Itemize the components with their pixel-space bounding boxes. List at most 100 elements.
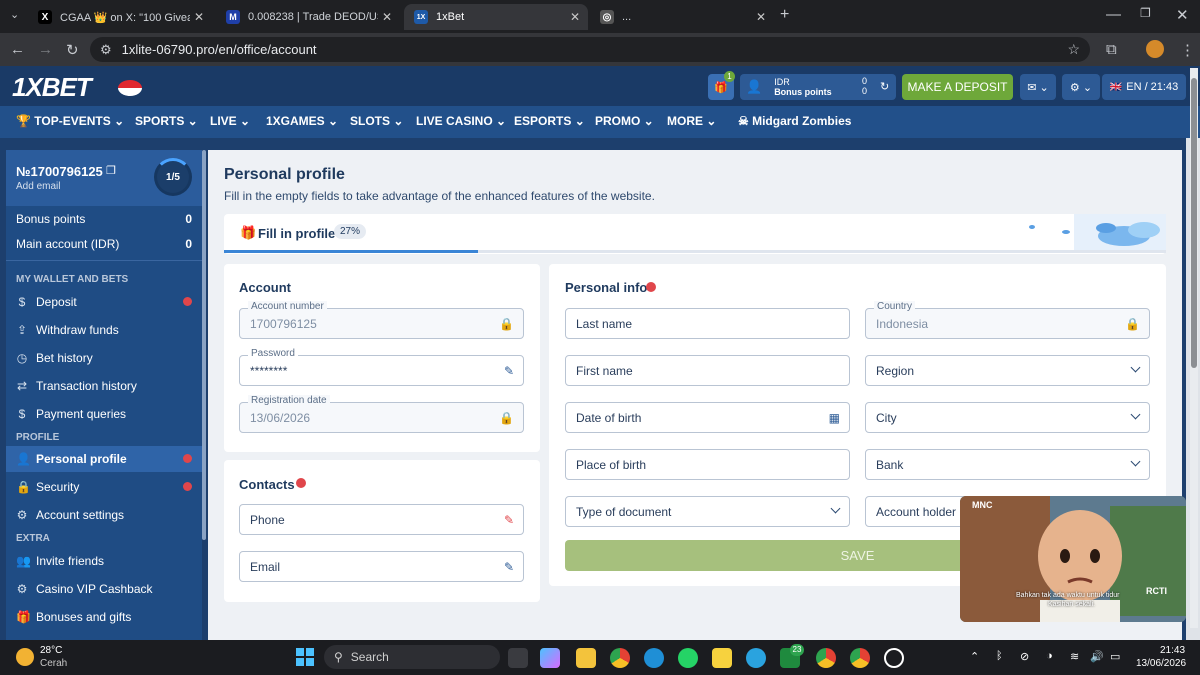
clock-date[interactable]: 13/06/2026 [1136,658,1186,669]
nav-sports[interactable]: SPORTS ⌄ [135,114,198,128]
close-icon[interactable]: ✕ [382,10,392,24]
page-scrollbar-track[interactable] [1190,68,1198,628]
language-selector[interactable]: 🇬🇧 EN / 21:43 [1102,74,1186,100]
telegram-icon[interactable] [746,648,766,668]
extensions-icon[interactable]: ⧉ [1106,41,1117,58]
nav-live[interactable]: LIVE ⌄ [210,114,250,128]
sticky-notes-icon[interactable] [712,648,732,668]
edit-pencil-icon[interactable]: ✎ [504,513,514,527]
password-value: ******** [250,363,288,378]
bluetooth-icon[interactable]: ᛒ [996,650,1003,662]
chrome-icon[interactable] [850,648,870,668]
url-field[interactable]: ⚙ 1xlite-06790.pro/en/office/account ☆ [90,37,1090,62]
page-scrollbar-thumb[interactable] [1191,78,1197,368]
sidebar-item-bet-history[interactable]: ◷ Bet history [16,351,93,365]
bank-select[interactable]: Bank [865,449,1150,480]
last-name-field[interactable]: Last name [565,308,850,339]
sidebar-item-transaction-history[interactable]: ⇄ Transaction history [16,379,137,393]
back-arrow-icon[interactable]: ← [10,41,25,58]
date-of-birth-field[interactable]: Date of birth ▦ [565,402,850,433]
site-info-icon[interactable]: ⚙ [100,42,112,58]
calendar-icon[interactable]: ▦ [829,411,840,425]
window-close-icon[interactable]: ✕ [1176,6,1189,24]
video-picture-in-picture[interactable]: MNC RCTI Bahkan tak ada waktu untuk tidu… [960,496,1186,622]
browser-tab[interactable]: X CGAA 👑 on X: "100 Giveaway ✕ [28,4,212,30]
tray-app-icon[interactable]: ◑ [1046,650,1053,662]
minimize-icon[interactable]: — [1106,6,1121,23]
edge-icon[interactable] [644,648,664,668]
place-of-birth-field[interactable]: Place of birth [565,449,850,480]
nav-1xgames[interactable]: 1XGAMES ⌄ [266,114,338,128]
settings-button[interactable]: ⚙ ⌄ [1062,74,1100,100]
nav-esports[interactable]: ESPORTS ⌄ [514,114,585,128]
sidebar-item-invite-friends[interactable]: 👥 Invite friends [16,554,104,568]
nav-midgard-zombies[interactable]: ☠ Midgard Zombies [738,114,851,128]
weather-sun-icon[interactable] [16,648,34,666]
envelope-icon: ✉ ⌄ [1027,81,1049,94]
edit-pencil-icon[interactable]: ✎ [504,364,514,378]
profile-avatar[interactable] [1146,40,1164,58]
document-type-select[interactable]: Type of document [565,496,850,527]
password-field[interactable]: Password ******** ✎ [239,348,524,386]
sidebar-item-deposit[interactable]: $ Deposit [16,295,77,309]
new-tab-plus-icon[interactable]: + [780,6,789,24]
refresh-icon[interactable]: ↻ [880,80,889,93]
sidebar-item-payment-queries[interactable]: $ Payment queries [16,407,126,421]
browser-tab[interactable]: ◎ ... ✕ [590,4,774,30]
sidebar-item-bonuses-gifts[interactable]: 🎁 Bonuses and gifts [16,610,131,624]
close-icon[interactable]: ✕ [756,10,766,24]
nav-live-casino[interactable]: LIVE CASINO ⌄ [416,114,506,128]
sidebar-item-personal-profile[interactable]: 👤 Personal profile [16,452,127,466]
task-view-icon[interactable] [508,648,528,668]
nav-top-events[interactable]: 🏆 TOP-EVENTS ⌄ [16,114,124,128]
browser-tab[interactable]: M 0.008238 | Trade DEOD/USDT D ✕ [216,4,400,30]
bookmark-star-icon[interactable]: ☆ [1067,41,1080,58]
wifi-icon[interactable]: ≋ [1070,650,1079,663]
tray-app-icon[interactable]: ⊘ [1020,650,1029,663]
file-explorer-icon[interactable] [576,648,596,668]
chrome-icon[interactable] [610,648,630,668]
taskbar-search-box[interactable]: ⚲ Search [324,645,500,669]
close-icon[interactable]: ✕ [570,10,580,24]
whatsapp-icon[interactable] [678,648,698,668]
close-icon[interactable]: ✕ [194,10,204,24]
search-icon: ⚲ [334,650,343,664]
sidebar-item-withdraw[interactable]: ⇪ Withdraw funds [16,323,119,337]
sidebar-item-security[interactable]: 🔒 Security [16,480,79,494]
sidebar-item-account-settings[interactable]: ⚙ Account settings [16,508,124,522]
site-logo[interactable]: 1XBET [12,72,92,103]
copy-icon[interactable]: ❐ [106,164,116,177]
edit-pencil-icon[interactable]: ✎ [504,560,514,574]
copilot-icon[interactable] [540,648,560,668]
nav-slots[interactable]: SLOTS ⌄ [350,114,403,128]
windows-start-icon[interactable] [296,648,314,666]
sidebar-item-casino-vip-cashback[interactable]: ⚙ Casino VIP Cashback [16,582,153,596]
nav-more[interactable]: MORE ⌄ [667,114,716,128]
restore-icon[interactable]: ❐ [1140,6,1151,20]
browser-menu-icon[interactable]: ⋮ [1180,41,1195,59]
tray-chevron-icon[interactable]: ⌃ [970,650,979,663]
balance-widget[interactable]: 👤 IDR Bonus points 0 0 ↻ [740,74,896,100]
region-select[interactable]: Region [865,355,1150,386]
browser-tab-active[interactable]: 1X 1xBet ✕ [404,4,588,30]
clock-time[interactable]: 21:43 [1160,645,1185,656]
app-circle-icon[interactable] [884,648,904,668]
make-deposit-button[interactable]: MAKE A DEPOSIT [902,74,1013,100]
gift-icon: 🎁 [16,610,31,624]
add-email-link[interactable]: Add email [16,181,60,192]
city-select[interactable]: City [865,402,1150,433]
gift-button[interactable]: 🎁 1 [708,71,735,100]
battery-icon[interactable]: ▭ [1110,650,1120,663]
nav-promo[interactable]: PROMO ⌄ [595,114,654,128]
chrome-icon[interactable] [816,648,836,668]
phone-field[interactable]: Phone ✎ [239,504,524,535]
volume-icon[interactable]: 🔊 [1090,650,1104,663]
messages-button[interactable]: ✉ ⌄ [1020,74,1056,100]
sidebar-scrollbar[interactable] [202,150,206,540]
email-field[interactable]: Email ✎ [239,551,524,582]
forward-arrow-icon[interactable]: → [38,41,53,58]
tab-search-chevron-icon[interactable]: ⌄ [10,8,19,21]
main-account-value: 0 [185,237,192,251]
first-name-field[interactable]: First name [565,355,850,386]
reload-icon[interactable]: ↻ [66,41,79,59]
